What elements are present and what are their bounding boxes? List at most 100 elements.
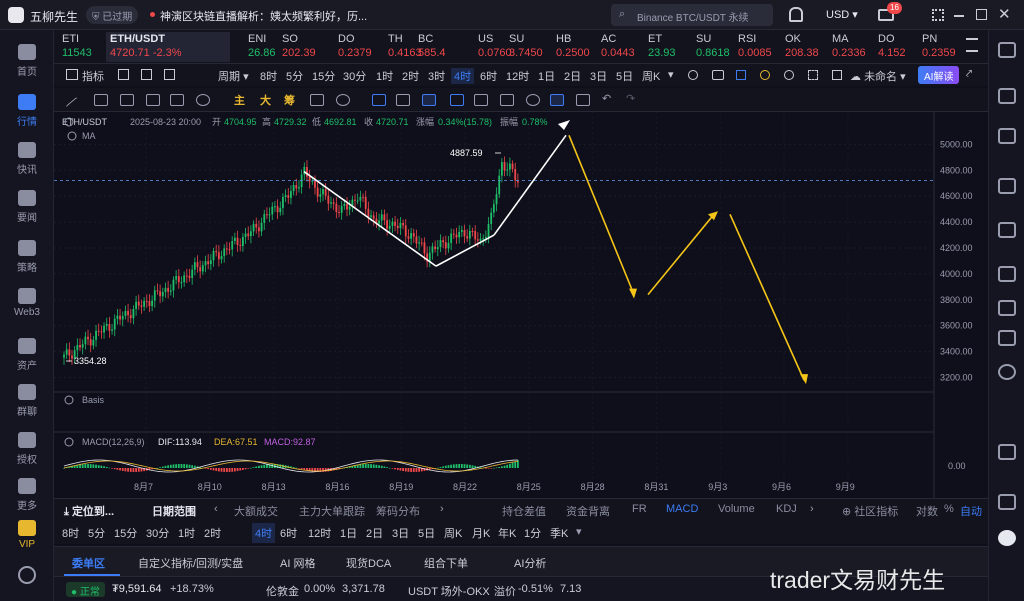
- bars-icon[interactable]: [450, 94, 464, 106]
- tab-volume[interactable]: Volume: [718, 503, 755, 515]
- nav-assets[interactable]: 资产: [0, 338, 54, 372]
- template-dropdown[interactable]: ☁ 未命名 ▾: [850, 68, 906, 84]
- tab-spot-dca[interactable]: 现货DCA: [346, 555, 391, 571]
- price-chart[interactable]: 5000.00 4800.00 4600.00 4400.00 4200.00 4000.…: [54, 112, 988, 498]
- ticker-item[interactable]: DO 0.2379: [338, 32, 376, 62]
- period-1m[interactable]: 1分: [524, 525, 541, 541]
- ai-read-button[interactable]: AI解读: [918, 66, 960, 84]
- period-month[interactable]: 月K: [472, 525, 490, 541]
- calendar-icon[interactable]: [118, 69, 129, 80]
- document-icon[interactable]: [998, 88, 1016, 104]
- period-5m[interactable]: 5分: [88, 525, 105, 541]
- pen-icon[interactable]: [422, 94, 436, 106]
- ray-icon[interactable]: [146, 94, 160, 106]
- sync-icon[interactable]: [998, 364, 1016, 380]
- period-1d[interactable]: 1日: [538, 68, 555, 84]
- period-quarter[interactable]: 季K: [550, 525, 568, 541]
- period-year[interactable]: 年K: [498, 525, 516, 541]
- ticker-item[interactable]: DO 4.152: [878, 32, 914, 62]
- share-icon[interactable]: ⤤: [966, 68, 972, 81]
- period-4h[interactable]: 4时: [252, 523, 276, 543]
- ticker-item[interactable]: SO 202.39: [282, 32, 322, 62]
- nav-home[interactable]: 首页: [0, 44, 54, 78]
- calendar-icon[interactable]: [998, 494, 1016, 510]
- palette-icon[interactable]: [760, 70, 770, 80]
- period-2d[interactable]: 2日: [564, 68, 581, 84]
- period-6h[interactable]: 6时: [480, 68, 497, 84]
- ticker-item[interactable]: MA 0.2336: [832, 32, 868, 62]
- layout-grid-icon[interactable]: [832, 70, 842, 80]
- period-15m[interactable]: 15分: [312, 68, 335, 84]
- tag-chip[interactable]: 筹: [284, 92, 295, 108]
- bell-icon[interactable]: [789, 7, 803, 22]
- locate-button[interactable]: ⤓ 定位到...: [64, 503, 114, 519]
- period-2h[interactable]: 2时: [402, 68, 419, 84]
- period-2h[interactable]: 2时: [204, 525, 221, 541]
- redo-icon[interactable]: ↷: [626, 92, 635, 105]
- period-week[interactable]: 周K: [444, 525, 462, 541]
- tab-ai-analysis[interactable]: AI分析: [514, 555, 546, 571]
- compass-icon[interactable]: [336, 94, 350, 106]
- period-30m[interactable]: 30分: [343, 68, 366, 84]
- tab-block-trades[interactable]: 大额成交: [234, 503, 278, 519]
- ticker-item[interactable]: PN 0.2359: [922, 32, 958, 62]
- layout-icon[interactable]: [998, 42, 1016, 58]
- chevron-left-icon[interactable]: ‹: [214, 503, 218, 515]
- ticker-item-active[interactable]: ETH/USDT 4720.71 -2.3%: [106, 32, 230, 62]
- period-week[interactable]: 周K: [642, 68, 660, 84]
- tab-macd[interactable]: MACD: [666, 503, 698, 515]
- compare-icon[interactable]: [688, 70, 698, 80]
- edit-icon[interactable]: [500, 94, 514, 106]
- tab-custom-indicator[interactable]: 自定义指标/回测/实盘: [138, 555, 243, 571]
- tab-position-diff[interactable]: 持仓差值: [502, 503, 546, 519]
- period-8h[interactable]: 8时: [62, 525, 79, 541]
- close-icon[interactable]: ✕: [998, 5, 1011, 23]
- news-ticker[interactable]: 神演区块链直播解析：姨太频繁利好，历...: [160, 8, 367, 24]
- log-scale-toggle[interactable]: 对数: [916, 503, 938, 519]
- horizontal-line-icon[interactable]: [94, 94, 108, 106]
- layout-icon[interactable]: [141, 69, 152, 80]
- nav-chat[interactable]: 群聊: [0, 384, 54, 418]
- period-3d[interactable]: 3日: [392, 525, 409, 541]
- auto-scale-toggle[interactable]: 自动: [960, 503, 982, 519]
- trash-icon[interactable]: [576, 94, 590, 106]
- period-6h[interactable]: 6时: [280, 525, 297, 541]
- tag-main[interactable]: 主: [234, 92, 245, 108]
- nav-flash[interactable]: 快讯: [0, 142, 54, 176]
- parallel-channel-icon[interactable]: [120, 94, 134, 106]
- expired-badge[interactable]: ⛨ 已过期: [86, 6, 139, 24]
- ticker-item[interactable]: BC 585.4: [418, 32, 454, 62]
- period-5d[interactable]: 5日: [418, 525, 435, 541]
- rectangle-icon[interactable]: [170, 94, 184, 106]
- draw-icon[interactable]: [736, 70, 746, 80]
- ticker-item[interactable]: RSI 0.0085: [738, 32, 774, 62]
- period-12h[interactable]: 12时: [506, 68, 529, 84]
- nav-market[interactable]: 行情: [0, 94, 54, 128]
- tab-chip-distribution[interactable]: 筹码分布: [376, 503, 420, 519]
- tab-kdj[interactable]: KDJ: [776, 503, 797, 515]
- chevron-right-icon[interactable]: ›: [440, 503, 444, 515]
- tab-whale-orders[interactable]: 主力大单跟踪: [299, 503, 365, 519]
- period-1d[interactable]: 1日: [340, 525, 357, 541]
- ticker-item[interactable]: ET 23.93: [648, 32, 684, 62]
- grid-icon[interactable]: [932, 9, 944, 21]
- period-1h[interactable]: 1时: [178, 525, 195, 541]
- nav-strategy[interactable]: 策略: [0, 240, 54, 274]
- tab-ai-grid[interactable]: AI 网格: [280, 555, 315, 571]
- book-icon[interactable]: [998, 444, 1016, 460]
- more-tools-icon[interactable]: [196, 94, 210, 106]
- trend-icon[interactable]: [998, 178, 1016, 194]
- ticker-item[interactable]: ETI 11543: [62, 32, 104, 62]
- link-icon[interactable]: [396, 94, 410, 106]
- ticker-item[interactable]: SU 3.7450: [509, 32, 545, 62]
- tab-combo-order[interactable]: 组合下单: [424, 555, 468, 571]
- table-icon[interactable]: [998, 222, 1016, 238]
- nav-more[interactable]: 更多: [0, 478, 54, 512]
- nav-news[interactable]: 要闻: [0, 190, 54, 224]
- tab-fund-divergence[interactable]: 资金背离: [566, 503, 610, 519]
- date-range-button[interactable]: 日期范围: [152, 503, 196, 519]
- nav-auth[interactable]: 授权: [0, 432, 54, 466]
- ticker-item[interactable]: OK 208.38: [785, 32, 821, 62]
- robot-icon[interactable]: [998, 530, 1016, 546]
- clock-icon[interactable]: [998, 128, 1016, 144]
